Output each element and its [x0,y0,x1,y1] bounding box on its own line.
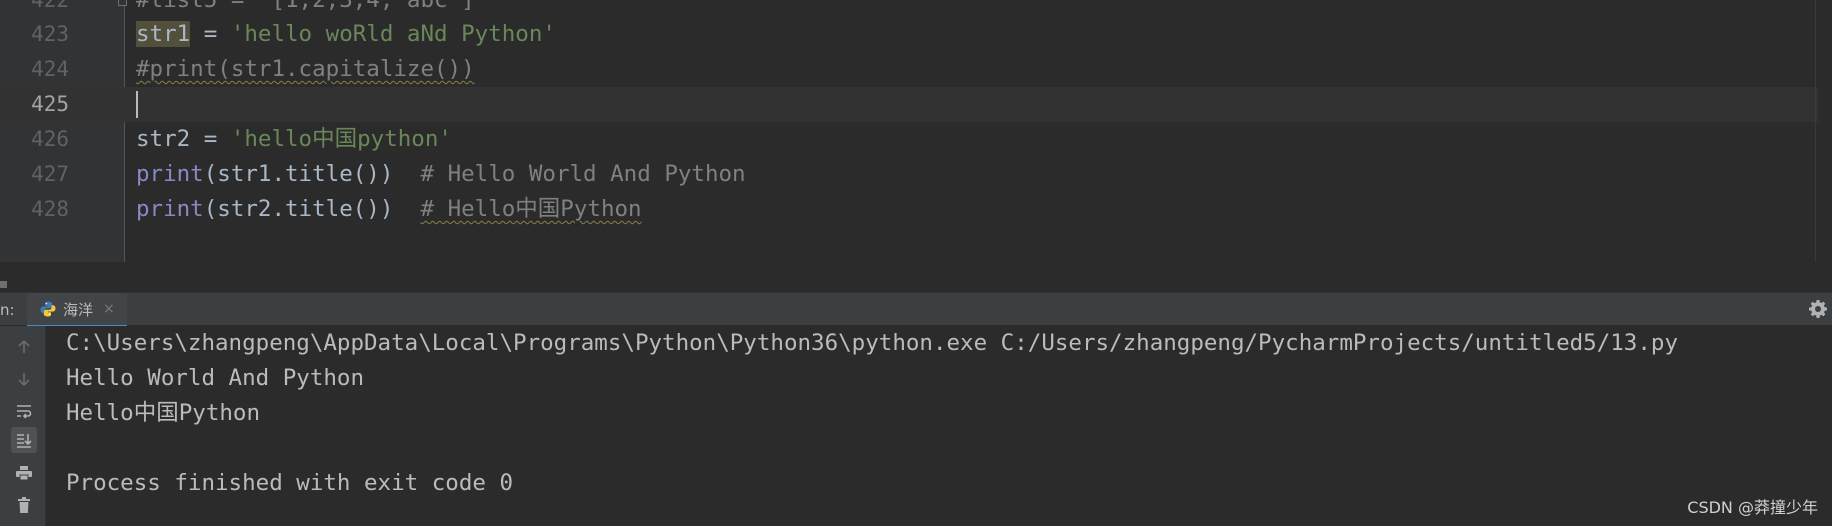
gear-icon[interactable] [1808,299,1828,319]
text-caret [136,91,138,118]
run-tab[interactable]: 海洋 × [27,293,127,328]
code-editor[interactable]: 422 #list5 = '[1,2,3,4, abc'] 423 str1 =… [0,0,1832,292]
line-number: 422 [31,0,69,12]
run-tab-label: 海洋 [63,300,94,319]
comment-with-warning: # Hello中国Python [420,196,642,222]
code-text: str2 = 'hello中国python' [136,126,452,152]
line-number: 423 [31,22,69,46]
soft-wrap-icon[interactable] [13,400,35,422]
run-output-panel[interactable]: C:\Users\zhangpeng\AppData\Local\Program… [0,326,1832,526]
fold-marker-icon[interactable] [118,0,127,6]
line-number: 428 [31,197,69,221]
editor-scrollbar[interactable] [1815,0,1832,292]
code-text: #list5 = '[1,2,3,4, abc'] [136,0,475,13]
run-label: n: [0,301,15,319]
code-text: print(str2.title()) # Hello中国Python [136,196,642,222]
close-tab-icon[interactable]: × [103,301,115,317]
down-arrow-icon[interactable] [13,368,35,390]
scroll-to-end-icon[interactable] [11,427,37,453]
run-toolbar [0,326,46,526]
code-line-422[interactable]: 422 #list5 = '[1,2,3,4, abc'] [0,0,1818,18]
line-number: 424 [31,57,69,81]
code-text: print(str1.title()) # Hello World And Py… [136,161,746,187]
code-text: str1 = 'hello woRld aNd Python' [136,21,556,47]
line-number: 427 [31,162,69,186]
code-line-424[interactable]: 424 #print(str1.capitalize()) [0,52,1818,87]
collapse-marker-icon[interactable] [0,281,7,288]
highlighted-identifier: str1 [136,21,191,47]
run-panel-header: n: 海洋 × [0,292,1832,328]
code-line-423[interactable]: 423 str1 = 'hello woRld aNd Python' [0,17,1818,52]
code-text: #print(str1.capitalize()) [136,52,475,87]
print-icon[interactable] [13,462,35,484]
code-line-427[interactable]: 427 print(str1.title()) # Hello World An… [0,157,1818,192]
line-number: 425 [31,92,69,116]
output-line-command: C:\Users\zhangpeng\AppData\Local\Program… [66,330,1678,356]
code-line-425-current[interactable]: 425 [0,87,1818,122]
comment-with-warning: #print(str1.capitalize()) [136,56,475,82]
code-line-426[interactable]: 426 str2 = 'hello中国python' [0,122,1818,157]
code-line-428[interactable]: 428 print(str2.title()) # Hello中国Python [0,192,1818,227]
trash-icon[interactable] [13,494,35,516]
editor-bottom-area [0,262,1832,292]
output-line-exit-status: Process finished with exit code 0 [66,470,514,496]
line-number: 426 [31,127,69,151]
up-arrow-icon[interactable] [13,336,35,358]
watermark: CSDN @莽撞少年 [1687,498,1818,517]
code-text [136,87,138,122]
output-line: Hello World And Python [66,365,365,391]
python-icon [40,301,56,317]
output-line: Hello中国Python [66,400,261,426]
